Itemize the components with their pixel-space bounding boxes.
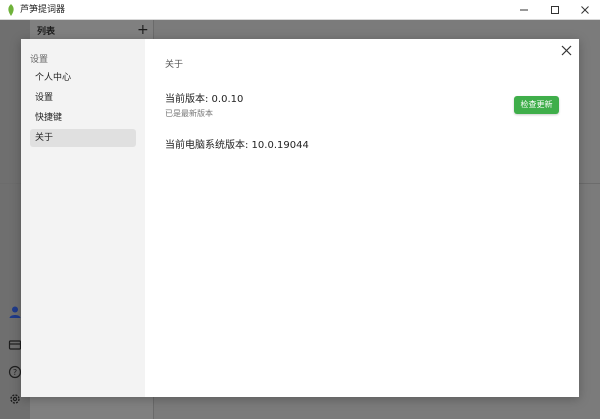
close-icon — [561, 45, 571, 55]
minimize-button[interactable] — [509, 0, 539, 20]
sidebar-item-profile[interactable]: 个人中心 — [30, 69, 136, 87]
close-icon — [581, 6, 589, 14]
minimize-icon — [520, 9, 528, 11]
sidebar-item-about[interactable]: 关于 — [30, 129, 136, 147]
current-version-label: 当前版本: 0.0.10 — [165, 94, 244, 105]
maximize-icon — [551, 6, 559, 14]
maximize-button[interactable] — [540, 0, 570, 20]
settings-modal: 设置 个人中心 设置 快捷键 关于 关于 当前版本: 0.0.10 已是最新版本… — [21, 39, 579, 397]
section-title: 关于 — [165, 60, 184, 70]
about-panel: 关于 当前版本: 0.0.10 已是最新版本 检查更新 当前电脑系统版本: 10… — [145, 39, 579, 397]
app-logo-icon — [8, 4, 14, 16]
version-status-text: 已是最新版本 — [165, 109, 213, 118]
help-icon[interactable]: ? — [8, 365, 22, 379]
ticket-icon[interactable] — [8, 338, 22, 352]
sidebar-item-settings[interactable]: 设置 — [30, 89, 136, 107]
check-update-button[interactable]: 检查更新 — [514, 95, 559, 114]
modal-close-button[interactable] — [559, 43, 573, 57]
window-titlebar: 芦笋提词器 — [0, 0, 600, 20]
settings-sidebar: 设置 个人中心 设置 快捷键 关于 — [21, 39, 145, 397]
os-version-text: 当前电脑系统版本: 10.0.19044 — [165, 140, 309, 151]
window-close-button[interactable] — [570, 0, 600, 20]
user-icon[interactable] — [8, 305, 22, 319]
settings-group-label: 设置 — [30, 55, 49, 65]
app-title: 芦笋提词器 — [20, 5, 66, 15]
add-list-button[interactable]: + — [137, 20, 149, 40]
settings-icon[interactable] — [8, 392, 22, 406]
list-panel-title: 列表 — [37, 27, 56, 37]
sidebar-item-shortcuts[interactable]: 快捷键 — [30, 109, 136, 127]
svg-text:?: ? — [13, 368, 17, 377]
version-row: 当前版本: 0.0.10 已是最新版本 检查更新 — [165, 90, 559, 119]
